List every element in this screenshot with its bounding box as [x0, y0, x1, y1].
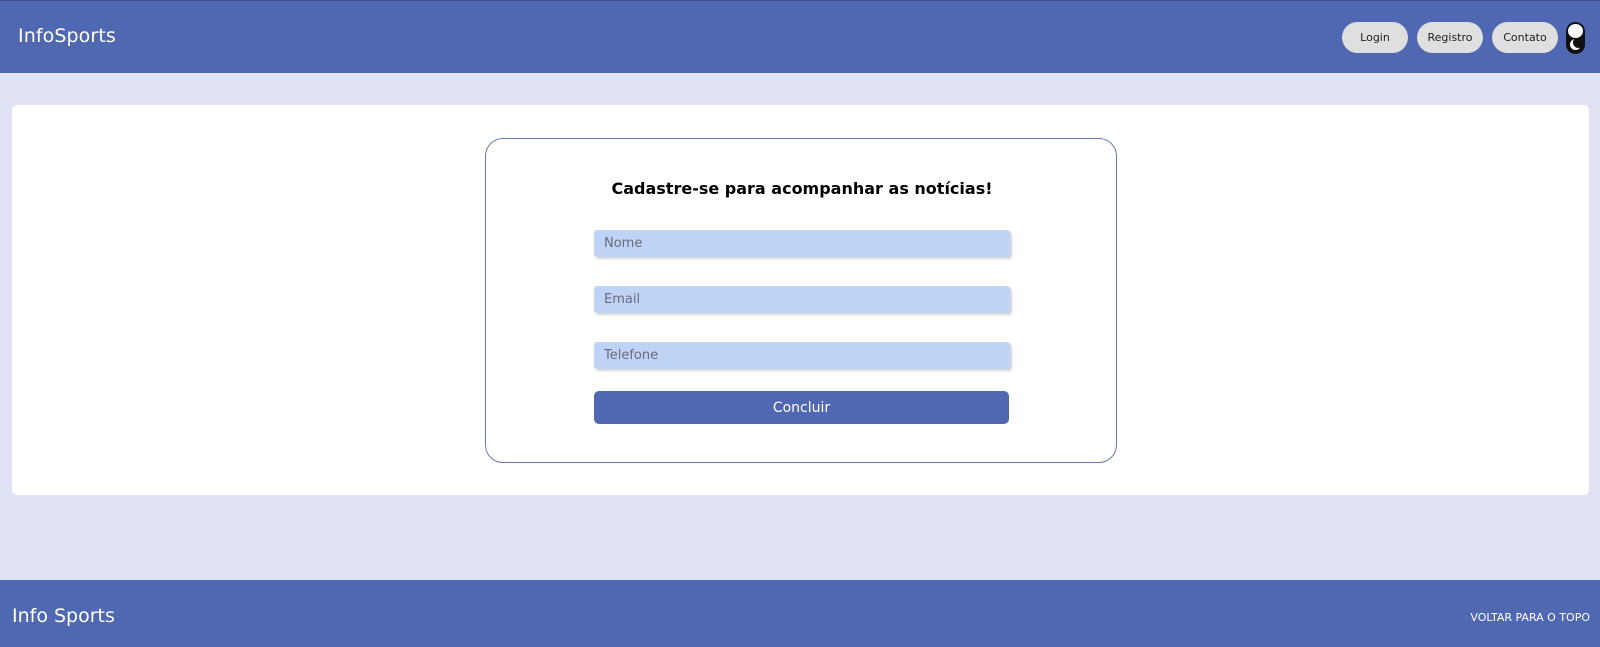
form-title: Cadastre-se para acompanhar as notícias!	[611, 179, 993, 198]
theme-toggle[interactable]	[1566, 22, 1585, 54]
signup-form-card: Cadastre-se para acompanhar as notícias!…	[485, 138, 1117, 463]
site-brand[interactable]: InfoSports	[18, 25, 116, 47]
registro-button[interactable]: Registro	[1417, 22, 1483, 53]
telefone-input[interactable]	[594, 342, 1010, 369]
contato-button[interactable]: Contato	[1492, 22, 1558, 53]
email-input[interactable]	[594, 286, 1010, 313]
footer-brand: Info Sports	[12, 605, 115, 627]
nome-input[interactable]	[594, 230, 1010, 257]
toggle-knob	[1568, 24, 1583, 38]
site-footer: Info Sports VOLTAR PARA O TOPO	[0, 580, 1600, 647]
login-button[interactable]: Login	[1342, 22, 1408, 53]
concluir-button[interactable]: Concluir	[594, 391, 1009, 424]
moon-icon	[1570, 39, 1581, 50]
site-header: InfoSports Login Registro Contato	[0, 0, 1600, 73]
back-to-top-link[interactable]: VOLTAR PARA O TOPO	[1470, 611, 1590, 624]
